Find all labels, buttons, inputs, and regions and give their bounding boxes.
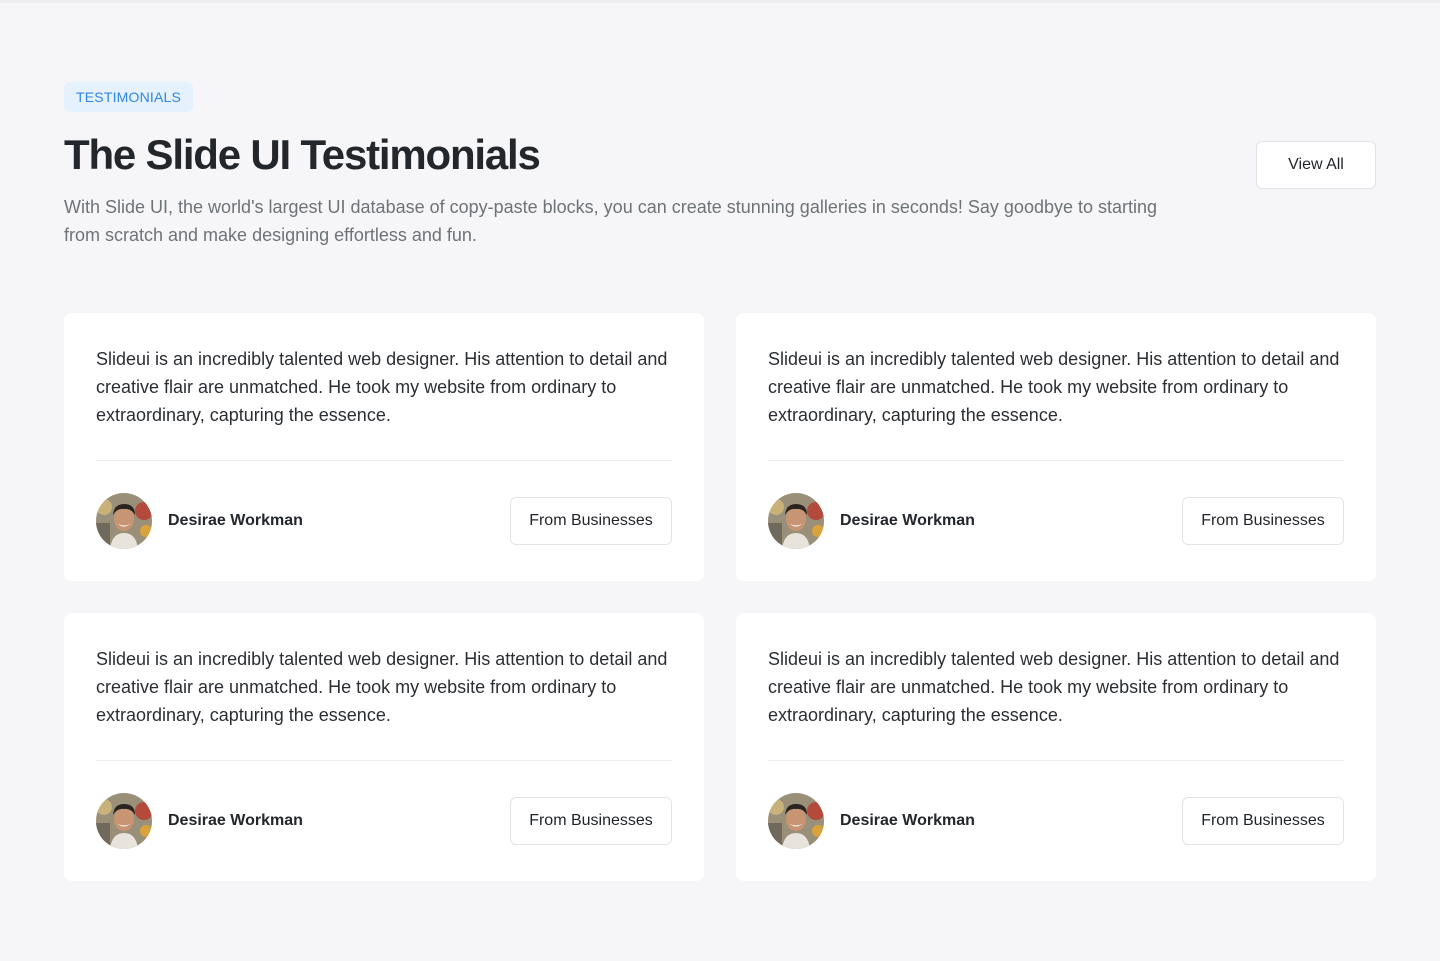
author-row: Desirae Workman From Businesses	[768, 493, 1344, 549]
divider	[96, 760, 672, 761]
testimonial-quote: Slideui is an incredibly talented web de…	[96, 349, 668, 425]
avatar	[768, 793, 824, 849]
divider	[768, 760, 1344, 761]
view-all-button[interactable]: View All	[1256, 141, 1376, 189]
author-name: Desirae Workman	[168, 512, 303, 529]
page-subtitle: With Slide UI, the world's largest UI da…	[64, 197, 1158, 245]
testimonial-quote: Slideui is an incredibly talented web de…	[768, 349, 1340, 425]
from-businesses-button[interactable]: From Businesses	[510, 497, 672, 545]
author-row: Desirae Workman From Businesses	[768, 793, 1344, 849]
from-businesses-button[interactable]: From Businesses	[1182, 497, 1344, 545]
testimonial-card: Slideui is an incredibly talented web de…	[64, 613, 704, 881]
divider	[768, 460, 1344, 461]
author-name: Desirae Workman	[168, 812, 303, 829]
page-title: The Slide UI Testimonials	[64, 131, 541, 178]
author-name: Desirae Workman	[840, 512, 975, 529]
avatar-image	[768, 793, 824, 849]
avatar-image	[96, 793, 152, 849]
divider	[96, 460, 672, 461]
from-businesses-button[interactable]: From Businesses	[510, 797, 672, 845]
testimonial-card: Slideui is an incredibly talented web de…	[736, 613, 1376, 881]
avatar	[96, 493, 152, 549]
from-businesses-button[interactable]: From Businesses	[1182, 797, 1344, 845]
testimonial-card: Slideui is an incredibly talented web de…	[64, 313, 704, 581]
testimonials-header: TESTIMONIALS The Slide UI Testimonials W…	[64, 82, 1376, 249]
testimonial-card: Slideui is an incredibly talented web de…	[736, 313, 1376, 581]
author-name: Desirae Workman	[840, 812, 975, 829]
testimonial-quote: Slideui is an incredibly talented web de…	[96, 649, 668, 725]
author-row: Desirae Workman From Businesses	[96, 493, 672, 549]
author-row: Desirae Workman From Businesses	[96, 793, 672, 849]
avatar	[96, 793, 152, 849]
top-border	[0, 0, 1440, 3]
testimonials-grid: Slideui is an incredibly talented web de…	[64, 313, 1376, 881]
avatar-image	[96, 493, 152, 549]
section-badge: TESTIMONIALS	[64, 82, 194, 112]
avatar	[768, 493, 824, 549]
avatar-image	[768, 493, 824, 549]
testimonial-quote: Slideui is an incredibly talented web de…	[768, 649, 1340, 725]
